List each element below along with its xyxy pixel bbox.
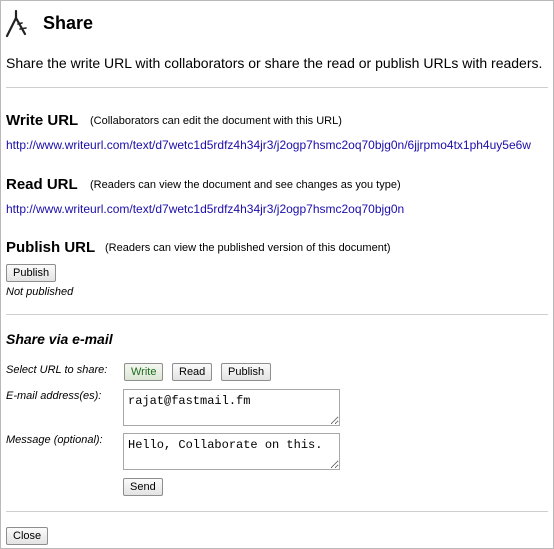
share-email-heading: Share via e-mail <box>6 331 113 347</box>
publish-button[interactable]: Publish <box>6 264 57 282</box>
close-button[interactable]: Close <box>6 527 49 545</box>
divider <box>6 87 548 88</box>
publish-url-note: (Readers can view the published version … <box>105 242 391 254</box>
divider <box>6 314 548 315</box>
divider <box>6 511 548 512</box>
write-url-link[interactable]: http://www.writeurl.com/text/d7wetc1d5rd… <box>6 138 531 152</box>
read-url-note: (Readers can view the document and see c… <box>90 179 401 191</box>
email-address-label: E-mail address(es): <box>6 390 102 402</box>
send-button[interactable]: Send <box>123 478 163 496</box>
share-dialog: Share Share the write URL with collabora… <box>0 0 554 549</box>
message-label: Message (optional): <box>6 434 103 446</box>
email-address-field[interactable]: rajat@fastmail.fm <box>123 389 340 426</box>
dialog-intro: Share the write URL with collaborators o… <box>6 55 543 71</box>
write-url-heading: Write URL <box>6 112 79 129</box>
select-publish-button[interactable]: Publish <box>221 363 272 381</box>
writeurl-logo-icon <box>5 10 27 38</box>
read-url-link[interactable]: http://www.writeurl.com/text/d7wetc1d5rd… <box>6 202 404 216</box>
write-url-note: (Collaborators can edit the document wit… <box>90 115 342 127</box>
publish-status: Not published <box>6 286 74 298</box>
select-write-button[interactable]: Write <box>124 363 164 381</box>
select-read-button[interactable]: Read <box>172 363 213 381</box>
read-url-heading: Read URL <box>6 176 78 193</box>
message-field[interactable]: Hello, Collaborate on this. <box>123 433 340 470</box>
publish-url-heading: Publish URL <box>6 239 96 256</box>
dialog-title: Share <box>43 13 94 33</box>
select-url-label: Select URL to share: <box>6 364 108 376</box>
